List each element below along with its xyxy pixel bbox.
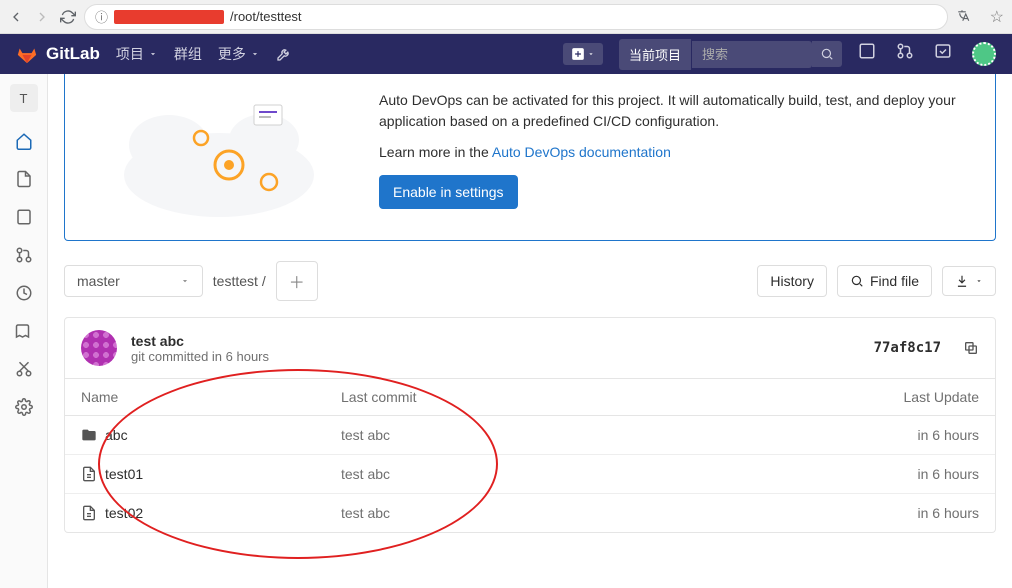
commit-meta: git committed in 6 hours xyxy=(131,349,860,364)
sidebar-settings-icon[interactable] xyxy=(15,398,33,416)
file-last-update: in 6 hours xyxy=(859,427,979,443)
chevron-down-icon xyxy=(180,276,190,286)
brand-text: GitLab xyxy=(46,44,100,64)
file-icon xyxy=(81,505,97,521)
sidebar-merge-requests-icon[interactable] xyxy=(15,246,33,264)
reload-icon[interactable] xyxy=(60,9,76,25)
nav-groups[interactable]: 群组 xyxy=(174,44,202,64)
branch-selector[interactable]: master xyxy=(64,265,203,297)
wrench-icon xyxy=(276,46,292,62)
chevron-down-icon xyxy=(148,49,158,59)
search-scope-label: 当前项目 xyxy=(619,39,691,70)
banner-description: Auto DevOps can be activated for this pr… xyxy=(379,90,971,132)
history-button[interactable]: History xyxy=(757,265,827,297)
plus-icon xyxy=(571,47,585,61)
sidebar-snippets-icon[interactable] xyxy=(15,360,33,378)
auto-devops-docs-link[interactable]: Auto DevOps documentation xyxy=(492,144,671,160)
issues-icon[interactable] xyxy=(858,42,876,66)
project-sidebar: T xyxy=(0,74,48,588)
table-row[interactable]: test01 test abcin 6 hours xyxy=(65,455,995,494)
nav-admin-wrench[interactable] xyxy=(276,46,292,62)
nav-more[interactable]: 更多 xyxy=(218,44,260,64)
search-group: 当前项目 xyxy=(619,39,842,70)
gitlab-logo[interactable]: GitLab xyxy=(16,43,100,65)
sidebar-cicd-icon[interactable] xyxy=(15,284,33,302)
sidebar-home-icon[interactable] xyxy=(15,132,33,150)
table-header-commit: Last commit xyxy=(341,389,859,405)
file-last-commit: test abc xyxy=(341,466,859,482)
chevron-down-icon xyxy=(250,49,260,59)
url-redacted xyxy=(114,10,224,24)
user-avatar[interactable] xyxy=(972,42,996,66)
file-last-commit: test abc xyxy=(341,427,859,443)
table-header-name: Name xyxy=(81,389,341,405)
tree-controls: master testtest / ＋ History Find file xyxy=(64,261,996,301)
bookmark-icon[interactable]: ☆ xyxy=(990,7,1004,27)
sidebar-wiki-icon[interactable] xyxy=(15,322,33,340)
file-tree-table: Name Last commit Last Update abc test abc… xyxy=(64,379,996,533)
table-row[interactable]: abc test abcin 6 hours xyxy=(65,416,995,455)
auto-devops-banner: Auto DevOps can be activated for this pr… xyxy=(64,74,996,241)
gitlab-topnav: GitLab 项目 群组 更多 当前项目 xyxy=(0,34,1012,74)
forward-icon xyxy=(34,9,50,25)
back-icon[interactable] xyxy=(8,9,24,25)
last-commit-panel: test abc git committed in 6 hours 77af8c… xyxy=(64,317,996,379)
commit-author-avatar xyxy=(81,330,117,366)
file-last-update: in 6 hours xyxy=(859,466,979,482)
commit-title[interactable]: test abc xyxy=(131,333,860,349)
folder-icon xyxy=(81,427,97,443)
banner-illustration xyxy=(89,90,349,220)
enable-in-settings-button[interactable]: Enable in settings xyxy=(379,175,518,209)
search-button[interactable] xyxy=(812,41,842,67)
merge-requests-icon[interactable] xyxy=(896,42,914,66)
table-header-update: Last Update xyxy=(859,389,979,405)
sidebar-repository-icon[interactable] xyxy=(15,170,33,188)
file-last-update: in 6 hours xyxy=(859,505,979,521)
find-file-button[interactable]: Find file xyxy=(837,265,932,297)
add-to-tree-button[interactable]: ＋ xyxy=(276,261,318,301)
new-dropdown[interactable] xyxy=(563,43,603,65)
project-avatar[interactable]: T xyxy=(10,84,38,112)
chevron-down-icon xyxy=(587,50,595,58)
content-area: Auto DevOps can be activated for this pr… xyxy=(48,74,1012,588)
download-button[interactable] xyxy=(942,266,996,296)
breadcrumb: testtest / xyxy=(213,273,266,289)
table-row[interactable]: test02 test abcin 6 hours xyxy=(65,494,995,532)
copy-sha-button[interactable] xyxy=(963,340,979,356)
search-icon xyxy=(820,47,834,61)
translate-icon[interactable] xyxy=(956,8,974,26)
file-name: abc xyxy=(105,427,128,443)
file-name: test02 xyxy=(105,505,143,521)
todos-icon[interactable] xyxy=(934,42,952,66)
search-input[interactable] xyxy=(692,41,812,68)
commit-sha[interactable]: 77af8c17 xyxy=(874,340,941,356)
nav-projects[interactable]: 项目 xyxy=(116,44,158,64)
gitlab-logo-icon xyxy=(16,43,38,65)
url-bar[interactable]: ⓘ /root/testtest xyxy=(84,4,948,30)
file-last-commit: test abc xyxy=(341,505,859,521)
file-name: test01 xyxy=(105,466,143,482)
file-icon xyxy=(81,466,97,482)
sidebar-issues-icon[interactable] xyxy=(15,208,33,226)
banner-learn-prefix: Learn more in the xyxy=(379,144,492,160)
breadcrumb-root[interactable]: testtest xyxy=(213,273,258,289)
browser-chrome: ⓘ /root/testtest ☆ xyxy=(0,0,1012,34)
search-icon xyxy=(850,274,864,288)
info-icon: ⓘ xyxy=(95,7,108,26)
url-text: /root/testtest xyxy=(230,9,302,24)
download-icon xyxy=(955,274,969,288)
chevron-down-icon xyxy=(975,277,983,285)
